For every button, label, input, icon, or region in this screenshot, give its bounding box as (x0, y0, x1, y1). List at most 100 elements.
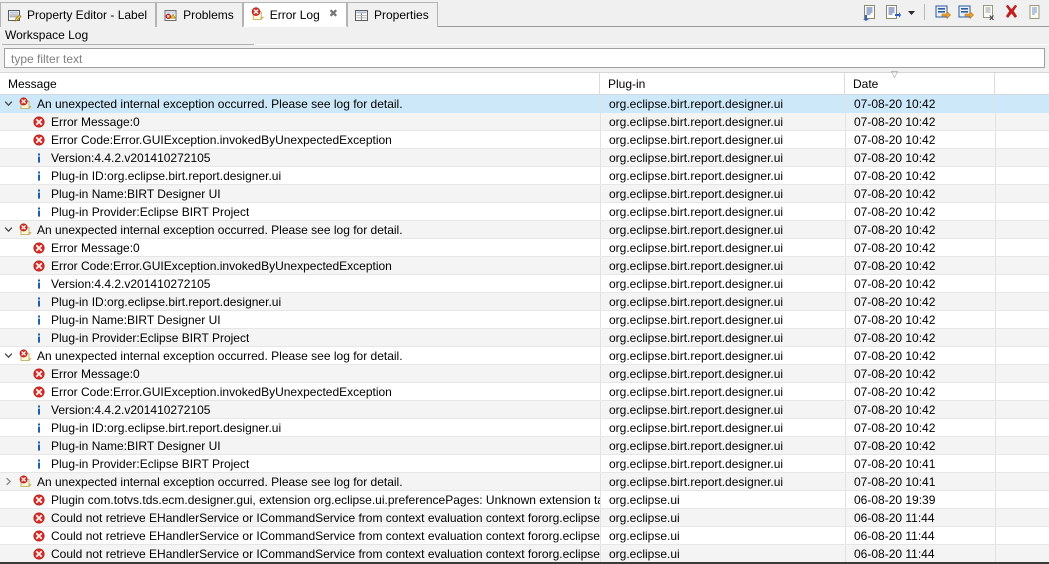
chevron-down-icon[interactable] (0, 225, 16, 234)
cell-extra (995, 311, 1049, 328)
table-row[interactable]: Could not retrieve EHandlerService or IC… (0, 509, 1049, 527)
chevron-down-icon[interactable] (0, 351, 16, 360)
cell-message: Plugin com.totvs.tds.ecm.designer.gui, e… (0, 491, 600, 508)
cell-plugin: org.eclipse.birt.report.designer.ui (600, 257, 845, 274)
cell-plugin: org.eclipse.birt.report.designer.ui (600, 419, 845, 436)
column-header-date[interactable]: Date ▽ (845, 70, 995, 95)
tab-close-icon[interactable]: ✖ (329, 9, 338, 20)
cell-plugin: org.eclipse.birt.report.designer.ui (600, 167, 845, 184)
column-header-label: Plug-in (608, 77, 646, 91)
table-row[interactable]: An unexpected internal exception occurre… (0, 347, 1049, 365)
table-row[interactable]: Plug-in ID:org.eclipse.birt.report.desig… (0, 293, 1049, 311)
row-severity-icon-slot (30, 188, 48, 200)
table-row[interactable]: Error Message:0 org.eclipse.birt.report.d… (0, 113, 1049, 131)
table-row[interactable]: Error Code:Error.GUIException.invokedByU… (0, 257, 1049, 275)
table-row[interactable]: Plug-in Name:BIRT Designer UI org.eclipse… (0, 311, 1049, 329)
chevron-down-icon[interactable] (0, 99, 16, 108)
filter-input[interactable]: type filter text (4, 48, 1045, 68)
cell-message: Plug-in ID:org.eclipse.birt.report.desig… (0, 167, 600, 184)
row-message-text: Error Code:Error.GUIException.invokedByU… (51, 258, 392, 273)
tab-label: Property Editor - Label (27, 8, 148, 22)
cell-date: 07-08-20 10:42 (845, 329, 995, 346)
restore-log-icon[interactable] (955, 2, 975, 22)
cell-plugin: org.eclipse.ui (600, 509, 845, 526)
table-row[interactable]: An unexpected internal exception occurre… (0, 95, 1049, 113)
tab-label: Properties (374, 8, 429, 22)
table-row[interactable]: Could not retrieve EHandlerService or IC… (0, 527, 1049, 545)
tab-error-log[interactable]: Error Log ✖ (242, 2, 347, 27)
table-row[interactable]: Version:4.4.2.v201410272105 org.eclipse.b… (0, 401, 1049, 419)
tab-properties[interactable]: Properties (347, 2, 438, 27)
info-icon (33, 332, 45, 344)
table-row[interactable]: Error Code:Error.GUIException.invokedByU… (0, 131, 1049, 149)
info-icon (33, 206, 45, 218)
tab-label: Error Log (269, 7, 320, 22)
toolbar-separator (924, 4, 925, 20)
open-log-icon[interactable] (932, 2, 952, 22)
column-header-label: Date (853, 77, 879, 91)
table-row[interactable]: Version:4.4.2.v201410272105 org.eclipse.b… (0, 275, 1049, 293)
cell-message: Plug-in Name:BIRT Designer UI (0, 311, 600, 328)
row-severity-icon-slot (30, 241, 48, 254)
cell-extra (995, 275, 1049, 292)
cell-date: 07-08-20 10:42 (845, 203, 995, 220)
cell-message: Error Code:Error.GUIException.invokedByU… (0, 383, 600, 400)
error-log-table: Message Plug-in Date ▽ An unexpected intern… (0, 70, 1049, 563)
table-row[interactable]: Plug-in ID:org.eclipse.birt.report.desig… (0, 167, 1049, 185)
table-row[interactable]: Could not retrieve EHandlerService or IC… (0, 545, 1049, 563)
cell-date: 07-08-20 10:42 (845, 401, 995, 418)
property-editor-icon (7, 8, 22, 23)
info-icon (33, 404, 45, 416)
properties-icon (354, 8, 369, 23)
export-log-icon[interactable] (859, 2, 879, 22)
table-row[interactable]: Error Message:0 org.eclipse.birt.report.d… (0, 365, 1049, 383)
table-row[interactable]: An unexpected internal exception occurre… (0, 473, 1049, 491)
cell-date: 07-08-20 10:42 (845, 167, 995, 184)
table-row[interactable]: Version:4.4.2.v201410272105 org.eclipse.b… (0, 149, 1049, 167)
table-row[interactable]: Error Code:Error.GUIException.invokedByU… (0, 383, 1049, 401)
clear-log-icon[interactable] (1001, 2, 1021, 22)
view-menu-arrow-icon[interactable] (905, 2, 917, 22)
cell-date: 07-08-20 10:41 (845, 455, 995, 472)
row-message-text: Plugin com.totvs.tds.ecm.designer.gui, e… (51, 492, 600, 507)
table-row[interactable]: Error Message:0 org.eclipse.birt.report.d… (0, 239, 1049, 257)
table-row[interactable]: Plugin com.totvs.tds.ecm.designer.gui, e… (0, 491, 1049, 509)
info-icon (33, 152, 45, 164)
table-row[interactable]: Plug-in Name:BIRT Designer UI org.eclipse… (0, 185, 1049, 203)
column-header-message[interactable]: Message (0, 73, 600, 95)
workspace-log-title: Workspace Log (0, 27, 1049, 44)
chevron-right-icon[interactable] (0, 477, 16, 486)
info-icon (33, 440, 45, 452)
cell-plugin: org.eclipse.birt.report.designer.ui (600, 149, 845, 166)
import-log-icon[interactable] (882, 2, 902, 22)
table-header-row: Message Plug-in Date ▽ (0, 70, 1049, 95)
row-message-text: Version:4.4.2.v201410272105 (51, 150, 211, 165)
cell-extra (995, 95, 1049, 112)
column-header-blank[interactable] (995, 73, 1049, 95)
cell-date: 07-08-20 10:42 (845, 257, 995, 274)
cell-plugin: org.eclipse.birt.report.designer.ui (600, 131, 845, 148)
table-row[interactable]: Plug-in Provider:Eclipse BIRT Project org… (0, 329, 1049, 347)
table-row[interactable]: An unexpected internal exception occurre… (0, 221, 1049, 239)
info-icon (33, 188, 45, 200)
cell-extra (995, 329, 1049, 346)
table-row[interactable]: Plug-in Provider:Eclipse BIRT Project org… (0, 455, 1049, 473)
cell-extra (995, 203, 1049, 220)
row-message-text: Plug-in ID:org.eclipse.birt.report.desig… (51, 168, 282, 183)
tab-problems[interactable]: Problems (156, 2, 243, 27)
cell-date: 07-08-20 10:42 (845, 113, 995, 130)
event-details-icon[interactable] (1024, 2, 1044, 22)
table-row[interactable]: Plug-in Provider:Eclipse BIRT Project org… (0, 203, 1049, 221)
table-row[interactable]: Plug-in ID:org.eclipse.birt.report.desig… (0, 419, 1049, 437)
cell-date: 07-08-20 10:42 (845, 437, 995, 454)
row-message-text: Could not retrieve EHandlerService or IC… (51, 546, 600, 561)
cell-plugin: org.eclipse.ui (600, 491, 845, 508)
tab-property-editor-label[interactable]: Property Editor - Label (0, 2, 157, 27)
column-header-plug-in[interactable]: Plug-in (600, 73, 845, 95)
row-message-text: Error Code:Error.GUIException.invokedByU… (51, 132, 392, 147)
cell-plugin: org.eclipse.birt.report.designer.ui (600, 95, 845, 112)
info-icon (33, 458, 45, 470)
error-icon (33, 493, 45, 506)
delete-log-icon[interactable]: x (978, 2, 998, 22)
table-row[interactable]: Plug-in Name:BIRT Designer UI org.eclipse… (0, 437, 1049, 455)
